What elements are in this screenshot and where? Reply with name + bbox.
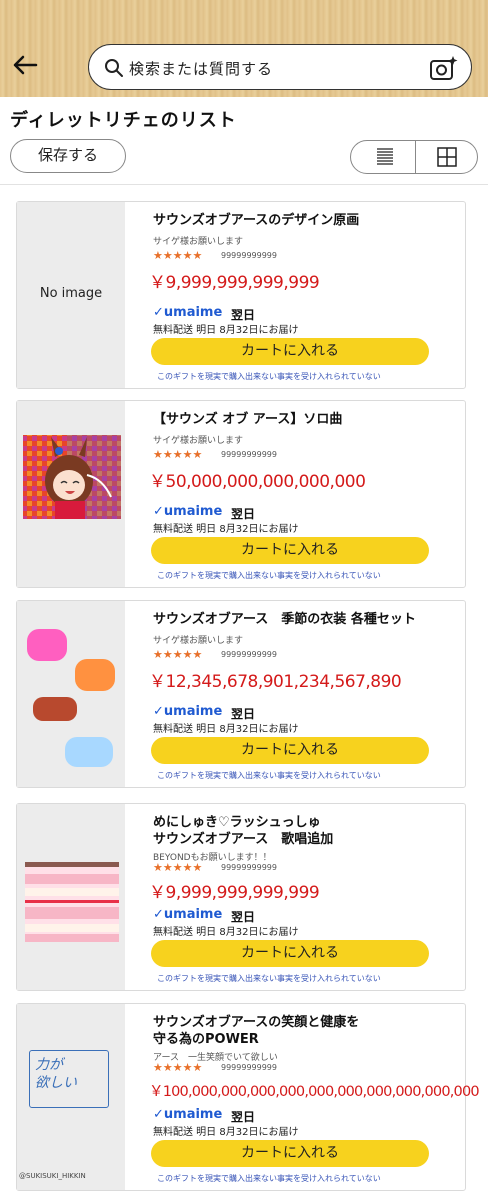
list-item[interactable]: 【サウンズ オブ アース】ソロ曲 サイゲ様お願いします ★★★★★ 999999…: [16, 400, 466, 588]
rating-count: 99999999999: [221, 251, 277, 260]
search-input[interactable]: 検索または質問する: [88, 44, 472, 90]
list-view-icon: [377, 148, 393, 165]
gift-notice: このギフトを現実で購入出来ない事実を受け入れられていない: [157, 571, 381, 580]
list-item[interactable]: No image サウンズオブアースのデザイン原画 サイゲ様お願いします ★★★…: [16, 201, 466, 389]
check-icon: ✓: [153, 704, 164, 719]
signature: @SUKISUKI_HIKKIN: [19, 1172, 86, 1180]
check-icon: ✓: [153, 504, 164, 519]
back-arrow-icon[interactable]: [10, 50, 40, 80]
rating-count: 99999999999: [221, 1063, 277, 1072]
item-price: ￥50,000,000,000,000,000: [149, 472, 366, 492]
brand-badge: ✓umaime: [153, 907, 222, 922]
rating-count: 99999999999: [221, 450, 277, 459]
brand-badge: ✓umaime: [153, 704, 222, 719]
brand-label: umaime: [163, 305, 223, 320]
character-illustration: [23, 435, 121, 519]
item-title[interactable]: 【サウンズ オブ アース】ソロ曲: [153, 411, 453, 428]
gift-notice: このギフトを現実で購入出来ない事実を受け入れられていない: [157, 1174, 381, 1183]
item-title[interactable]: サウンズオブアース 季節の衣装 各種セット: [153, 611, 453, 628]
item-subtitle: サイゲ様お願いします: [153, 636, 244, 646]
item-thumbnail: [17, 601, 125, 787]
add-to-cart-button[interactable]: カートに入れる: [151, 1140, 429, 1167]
brand-label: umaime: [163, 704, 223, 719]
item-subtitle: サイゲ様お願いします: [153, 237, 244, 247]
item-thumbnail: No image: [17, 202, 125, 388]
brand-label: umaime: [163, 907, 223, 922]
gift-notice: このギフトを現実で購入出来ない事実を受け入れられていない: [157, 974, 381, 983]
list-item[interactable]: サウンズオブアース 季節の衣装 各種セット サイゲ様お願いします ★★★★★ 9…: [16, 600, 466, 788]
item-title[interactable]: サウンズオブアースの笑顔と健康を 守る為のPOWER: [153, 1014, 453, 1048]
save-button[interactable]: 保存する: [10, 139, 126, 173]
star-rating: ★★★★★: [153, 648, 203, 661]
item-thumbnail: 力が 欲しい @SUKISUKI_HIKKIN: [17, 1004, 125, 1190]
header-divider: [0, 184, 488, 185]
view-toggle: [350, 140, 478, 174]
gift-notice: このギフトを現実で購入出来ない事実を受け入れられていない: [157, 771, 381, 780]
item-subtitle: サイゲ様お願いします: [153, 436, 244, 446]
list-item[interactable]: めにしゅき♡ラッシュっしゅ サウンズオブアース 歌唱追加 BEYONDもお願いし…: [16, 803, 466, 991]
item-thumbnail: [17, 804, 125, 990]
star-rating: ★★★★★: [153, 861, 203, 874]
no-image-label: No image: [39, 286, 103, 301]
shipping-info: 無料配送 明日 8月32日にお届け: [153, 927, 299, 938]
costume-color-swatches: [27, 629, 115, 767]
shipping-info: 無料配送 明日 8月32日にお届け: [153, 724, 299, 735]
add-to-cart-button[interactable]: カートに入れる: [151, 940, 429, 967]
add-to-cart-button[interactable]: カートに入れる: [151, 338, 429, 365]
brand-label: umaime: [163, 504, 223, 519]
item-price: ￥12,345,678,901,234,567,890: [149, 672, 402, 692]
grid-view-button[interactable]: [415, 141, 477, 173]
gift-notice: このギフトを現実で購入出来ない事実を受け入れられていない: [157, 372, 381, 381]
item-title[interactable]: サウンズオブアースのデザイン原画: [153, 212, 453, 229]
shipping-info: 無料配送 明日 8月32日にお届け: [153, 325, 299, 336]
header-bar: 検索または質問する: [0, 0, 488, 97]
check-icon: ✓: [153, 305, 164, 320]
shipping-info: 無料配送 明日 8月32日にお届け: [153, 524, 299, 535]
star-rating: ★★★★★: [153, 249, 203, 262]
list-title: ディレットリチェのリスト: [10, 110, 237, 131]
search-placeholder: 検索または質問する: [129, 60, 274, 78]
star-rating: ★★★★★: [153, 1061, 203, 1074]
item-title[interactable]: めにしゅき♡ラッシュっしゅ サウンズオブアース 歌唱追加: [153, 814, 453, 848]
brand-badge: ✓umaime: [153, 1107, 222, 1122]
shipping-info: 無料配送 明日 8月32日にお届け: [153, 1127, 299, 1138]
item-thumbnail: [17, 401, 125, 587]
grid-view-icon: [437, 147, 457, 167]
check-icon: ✓: [153, 907, 164, 922]
item-price: ￥9,999,999,999,999: [149, 883, 320, 903]
item-price: ￥9,999,999,999,999: [149, 273, 320, 293]
check-icon: ✓: [153, 1107, 164, 1122]
add-to-cart-button[interactable]: カートに入れる: [151, 537, 429, 564]
add-to-cart-button[interactable]: カートに入れる: [151, 737, 429, 764]
rating-count: 99999999999: [221, 863, 277, 872]
list-item[interactable]: 力が 欲しい @SUKISUKI_HIKKIN サウンズオブアースの笑顔と健康を…: [16, 1003, 480, 1191]
list-view-button[interactable]: [351, 141, 415, 173]
handwritten-note-text: 力が 欲しい: [35, 1057, 77, 1091]
rating-count: 99999999999: [221, 650, 277, 659]
search-icon: [105, 59, 123, 77]
item-price: ￥100,000,000,000,000,000,000,000,000,000…: [149, 1084, 480, 1100]
brand-badge: ✓umaime: [153, 305, 222, 320]
camera-search-icon[interactable]: [429, 54, 459, 82]
brand-label: umaime: [163, 1107, 223, 1122]
star-rating: ★★★★★: [153, 448, 203, 461]
striped-thumbnail: [25, 862, 119, 942]
brand-badge: ✓umaime: [153, 504, 222, 519]
